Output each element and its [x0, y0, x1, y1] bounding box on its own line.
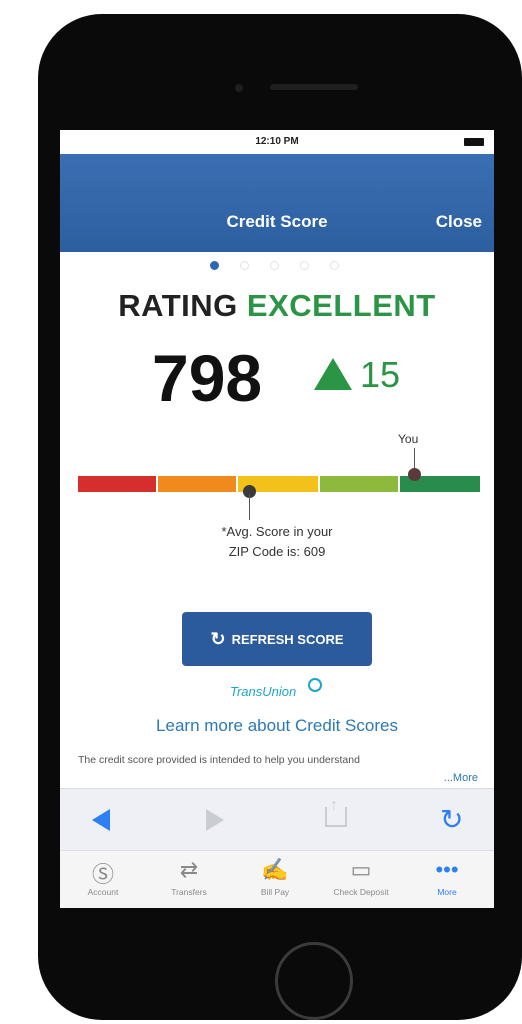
- home-button[interactable]: [275, 942, 353, 1020]
- reload-icon[interactable]: ↻: [440, 803, 463, 836]
- page-dot[interactable]: [240, 261, 249, 270]
- score-bar-segment-very-good: [320, 476, 398, 492]
- more-link[interactable]: ...More: [444, 772, 478, 784]
- battery-icon: [464, 138, 484, 146]
- disclaimer-text: The credit score provided is intended to…: [78, 754, 360, 766]
- back-arrow-icon[interactable]: [92, 809, 110, 831]
- transunion-logo: TransUnion: [230, 684, 297, 699]
- page-dot[interactable]: [210, 261, 219, 270]
- tab-label: Bill Pay: [260, 887, 290, 897]
- tab-account[interactable]: Ⓢ Account: [60, 851, 146, 908]
- transunion-logo-mark: [308, 678, 322, 692]
- you-marker-label: You: [398, 432, 419, 446]
- tab-label: Account: [87, 887, 119, 897]
- rating-heading: RATING EXCELLENT: [60, 288, 494, 324]
- speaker-grille: [270, 84, 358, 90]
- bill-pay-icon: ✍: [261, 857, 289, 882]
- phone-screen: 12:10 PM Credit Score Close RATING EXCEL…: [60, 130, 494, 908]
- tab-more[interactable]: ••• More: [404, 851, 490, 908]
- tab-transfers[interactable]: ⇄ Transfers: [146, 851, 232, 908]
- learn-more-link[interactable]: Learn more about Credit Scores: [60, 716, 494, 736]
- score-change-value: 15: [360, 354, 401, 395]
- ellipsis-icon: •••: [435, 857, 459, 882]
- refresh-icon: ↻: [210, 628, 226, 649]
- camera-icon: [235, 84, 243, 92]
- score-bar-segment-poor: [78, 476, 156, 492]
- status-bar: 12:10 PM: [60, 130, 494, 154]
- tab-label: Transfers: [171, 887, 207, 897]
- average-marker-line: [249, 494, 250, 520]
- forward-arrow-icon[interactable]: [206, 809, 224, 831]
- dollar-circle-icon: Ⓢ: [91, 862, 114, 887]
- page-dot[interactable]: [330, 261, 339, 270]
- you-marker-dot: [408, 468, 421, 481]
- check-icon: ▭: [350, 857, 372, 882]
- page-dot[interactable]: [300, 261, 309, 270]
- nav-bar: Credit Score Close: [60, 154, 494, 252]
- credit-score-value: 798: [152, 341, 263, 415]
- refresh-button-label: REFRESH SCORE: [231, 631, 344, 647]
- status-time: 12:10 PM: [255, 136, 299, 147]
- up-triangle-icon: [314, 358, 352, 390]
- page-dot[interactable]: [270, 261, 279, 270]
- average-note-line2: ZIP Code is: 609: [228, 544, 326, 559]
- tab-label: More: [437, 887, 457, 897]
- transfer-arrows-icon: ⇄: [179, 857, 199, 882]
- rating-value: EXCELLENT: [246, 288, 436, 323]
- share-arrow-icon: ↑: [330, 797, 338, 814]
- tab-label: Check Deposit: [333, 887, 389, 897]
- average-score-note: *Avg. Score in your ZIP Code is: 609: [60, 522, 494, 562]
- refresh-score-button[interactable]: ↻ REFRESH SCORE: [182, 612, 372, 666]
- score-row: 798 15: [60, 340, 494, 420]
- tab-check-deposit[interactable]: ▭ Check Deposit: [318, 851, 404, 908]
- page-title: Credit Score: [226, 212, 328, 231]
- tab-bar: Ⓢ Account ⇄ Transfers ✍ Bill Pay ▭ Check…: [60, 850, 494, 908]
- average-note-line1: *Avg. Score in your: [221, 524, 333, 539]
- score-bar-segment-fair: [158, 476, 236, 492]
- rating-label: RATING: [118, 288, 238, 323]
- tab-bill-pay[interactable]: ✍ Bill Pay: [232, 851, 318, 908]
- browser-toolbar: ↑ ↻: [60, 788, 494, 851]
- close-button[interactable]: Close: [436, 212, 482, 232]
